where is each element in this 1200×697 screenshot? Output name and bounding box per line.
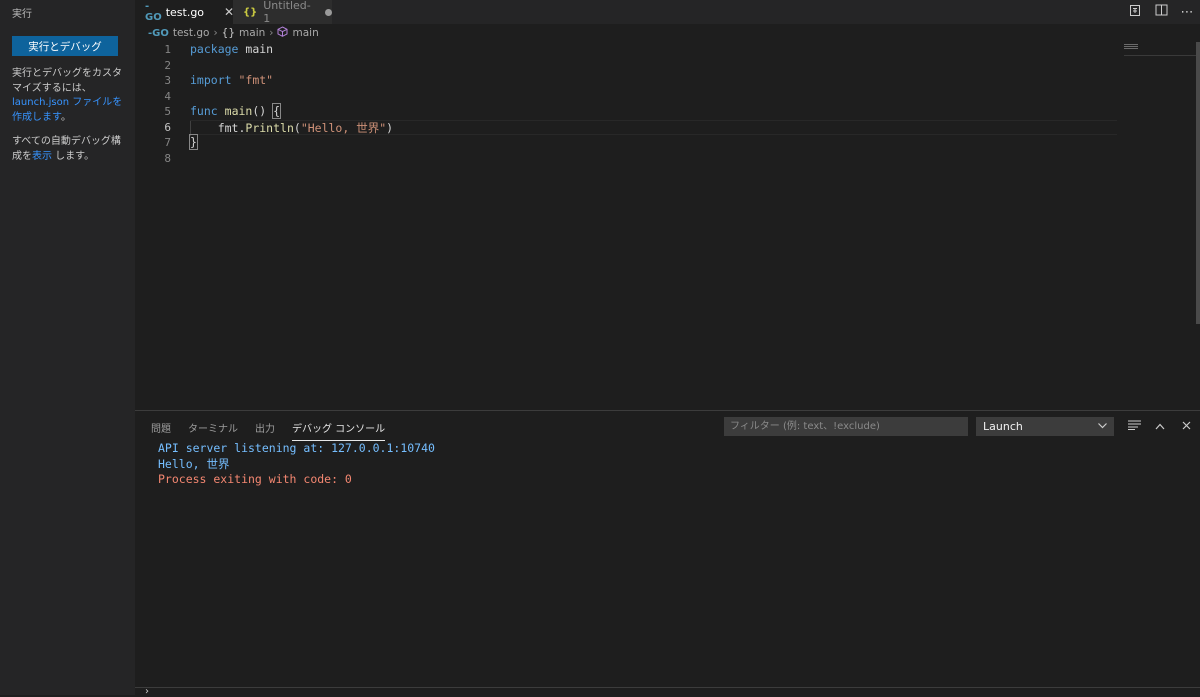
split-editor-icon[interactable] <box>1148 4 1174 20</box>
launch-config-select[interactable]: Launch <box>976 417 1114 436</box>
function-name: main <box>224 104 253 118</box>
string-literal: "fmt" <box>238 73 274 87</box>
panel-tabs: 問題 ターミナル 出力 デバッグ コンソール <box>151 420 402 441</box>
breadcrumb-file[interactable]: test.go <box>173 27 210 39</box>
code-line[interactable] <box>190 151 1117 167</box>
minimap[interactable] <box>1124 44 1138 50</box>
line-number: 2 <box>164 58 171 72</box>
bottom-panel: 問題 ターミナル 出力 デバッグ コンソール Launch API server… <box>135 410 1200 697</box>
sidebar-title: 実行 <box>12 9 32 20</box>
line-number-current: 6 <box>164 120 171 134</box>
code-line[interactable]: func main() { <box>190 103 1117 120</box>
tab-debug-console[interactable]: デバッグ コンソール <box>292 420 386 441</box>
code-text: main <box>238 42 274 56</box>
json-file-icon: {} <box>243 6 258 18</box>
editor-scrollbar[interactable] <box>1196 42 1200 324</box>
chevron-right-icon: › <box>213 27 218 39</box>
matched-bracket: } <box>189 134 198 150</box>
tab-test-go[interactable]: -GO test.go ✕ <box>135 0 234 24</box>
maximize-panel-icon[interactable] <box>1151 417 1169 435</box>
more-actions-icon[interactable]: ⋯ <box>1174 5 1200 20</box>
code-text: ) <box>386 120 394 135</box>
editor-actions: ⋯ <box>1122 0 1200 24</box>
indent-guide <box>190 120 191 136</box>
code-line[interactable] <box>190 58 1117 74</box>
open-changes-icon[interactable] <box>1122 4 1148 21</box>
code-line[interactable]: package main <box>190 42 1117 58</box>
matched-bracket: { <box>272 103 282 119</box>
line-number: 8 <box>164 151 171 165</box>
clear-console-icon[interactable] <box>1125 417 1143 435</box>
tab-problems[interactable]: 問題 <box>151 420 171 441</box>
editor-tab-bar: -GO test.go ✕ {} Untitled-1 ⋯ <box>135 0 1200 25</box>
tab-label: test.go <box>165 5 205 19</box>
keyword: import <box>190 73 232 87</box>
customize-help-text: 実行とデバッグをカスタマイズするには、launch.json ファイルを作成しま… <box>12 67 124 125</box>
code-text: fmt. <box>217 120 246 135</box>
close-panel-icon[interactable] <box>1177 417 1195 435</box>
code-line[interactable]: import "fmt" <box>190 73 1117 89</box>
tab-label: Untitled-1 <box>263 0 311 25</box>
code-editor[interactable]: 1 2 3 4 5 6 7 8 package main import "fmt… <box>135 42 1200 410</box>
code-line-current[interactable]: fmt.Println("Hello, 世界") <box>190 119 1117 136</box>
breadcrumb-scope[interactable]: main <box>239 27 265 39</box>
tab-terminal[interactable]: ターミナル <box>188 420 238 441</box>
console-line: API server listening at: 127.0.0.1:10740 <box>158 441 435 455</box>
line-number: 3 <box>164 74 171 87</box>
customize-help-prefix: 実行とデバッグをカスタマイズするには、 <box>12 68 122 94</box>
show-auto-debug-link[interactable]: 表示 <box>32 151 52 162</box>
string-literal: "Hello, 世界" <box>300 120 387 135</box>
line-number-gutter: 1 2 3 4 5 6 7 8 <box>135 42 171 166</box>
auto-debug-suffix: します。 <box>52 150 95 162</box>
keyword: package <box>190 42 239 56</box>
run-debug-sidebar: 実行 実行とデバッグ 実行とデバッグをカスタマイズするには、launch.jso… <box>0 0 135 695</box>
tab-output[interactable]: 出力 <box>255 420 275 441</box>
customize-help-suffix: 。 <box>61 111 71 123</box>
breadcrumb-symbol[interactable]: main <box>292 27 318 39</box>
chevron-right-icon: › <box>269 27 274 39</box>
unsaved-dot-icon[interactable] <box>325 8 332 16</box>
line-number: 4 <box>164 89 171 103</box>
keyword: func <box>190 104 218 118</box>
console-filter-input[interactable] <box>724 417 968 436</box>
line-number: 7 <box>164 136 171 149</box>
tab-untitled-1[interactable]: {} Untitled-1 <box>233 0 332 25</box>
code-text: ( <box>293 120 301 135</box>
chevron-down-icon <box>1098 422 1107 432</box>
line-number: 1 <box>164 43 171 56</box>
function-cube-icon <box>277 26 288 40</box>
console-line: Hello, 世界 <box>158 456 230 471</box>
go-file-icon: -GO <box>145 1 162 23</box>
go-file-icon: -GO <box>148 27 169 39</box>
function-name: Println <box>245 120 294 135</box>
overview-ruler-line <box>1124 55 1196 56</box>
chevron-right-icon: › <box>145 686 149 697</box>
console-line: Process exiting with code: 0 <box>158 472 352 486</box>
run-and-debug-button[interactable]: 実行とデバッグ <box>12 36 118 56</box>
code-text: () <box>252 104 274 118</box>
code-line[interactable] <box>190 89 1117 105</box>
auto-debug-help-text: すべての自動デバッグ構成を表示 します。 <box>12 135 124 164</box>
namespace-icon: {} <box>221 27 236 39</box>
launch-config-value: Launch <box>983 420 1023 433</box>
line-number: 5 <box>164 105 171 118</box>
breadcrumb: -GO test.go › {} main › main <box>148 26 319 40</box>
console-input-bar[interactable]: › <box>135 686 1200 697</box>
debug-console-output[interactable]: API server listening at: 127.0.0.1:10740… <box>158 441 435 488</box>
code-lines[interactable]: package main import "fmt" func main() { … <box>189 42 1117 167</box>
code-line[interactable]: } <box>189 134 1117 151</box>
